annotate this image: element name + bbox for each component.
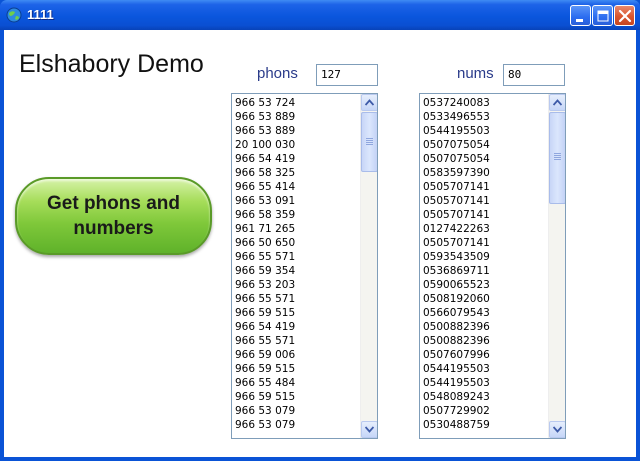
phons-list: 966 53 724 966 53 889 966 53 889 20 100 030… <box>232 94 360 438</box>
maximize-icon <box>597 10 609 22</box>
list-item[interactable]: 0536869711 <box>423 264 548 278</box>
list-item[interactable]: 0537240083 <box>423 96 548 110</box>
maximize-button[interactable] <box>592 5 613 26</box>
phons-scroll-down-button[interactable] <box>361 421 377 438</box>
client-area: Elshabory Demo Get phons and numbers pho… <box>4 30 636 457</box>
list-item[interactable]: 966 53 203 <box>235 278 360 292</box>
list-item[interactable]: 966 55 414 <box>235 180 360 194</box>
list-item[interactable]: 966 55 571 <box>235 292 360 306</box>
close-button[interactable] <box>614 5 635 26</box>
list-item[interactable]: 966 59 515 <box>235 362 360 376</box>
list-item[interactable]: 966 53 889 <box>235 124 360 138</box>
window-title: 1111 <box>27 7 54 22</box>
nums-list: 0537240083 0533496553 0544195503 0507075054… <box>420 94 548 438</box>
list-item[interactable]: 0507075054 <box>423 152 548 166</box>
list-item[interactable]: 0533496553 <box>423 110 548 124</box>
nums-listbox[interactable]: 0537240083 0533496553 0544195503 0507075054… <box>419 93 566 439</box>
list-item[interactable]: 966 50 650 <box>235 236 360 250</box>
nums-label: nums <box>457 65 494 82</box>
list-item[interactable]: 966 59 515 <box>235 390 360 404</box>
get-phons-and-numbers-label: Get phons and numbers <box>47 193 180 239</box>
list-item[interactable]: 0593543509 <box>423 250 548 264</box>
list-item[interactable]: 966 58 359 <box>235 208 360 222</box>
list-item[interactable]: 966 54 419 <box>235 152 360 166</box>
title-bar[interactable]: 1111 <box>0 0 640 30</box>
app-window: 1111 Elshabory Demo Get phons and number… <box>0 0 640 461</box>
list-item[interactable]: 0530488759 <box>423 418 548 432</box>
list-item[interactable]: 0505707141 <box>423 180 548 194</box>
list-item[interactable]: 0544195503 <box>423 124 548 138</box>
list-item[interactable]: 966 53 724 <box>235 96 360 110</box>
list-item[interactable]: 966 55 571 <box>235 250 360 264</box>
list-item[interactable]: 966 53 079 <box>235 418 360 432</box>
list-item[interactable]: 966 54 419 <box>235 320 360 334</box>
phons-scrollbar[interactable] <box>360 94 377 438</box>
get-phons-and-numbers-button[interactable]: Get phons and numbers <box>15 177 212 255</box>
arrow-down-icon <box>553 426 562 433</box>
list-item[interactable]: 966 53 091 <box>235 194 360 208</box>
list-item[interactable]: 0505707141 <box>423 194 548 208</box>
list-item[interactable]: 0548089243 <box>423 390 548 404</box>
list-item[interactable]: 966 59 354 <box>235 264 360 278</box>
arrow-down-icon <box>365 426 374 433</box>
phons-scroll-up-button[interactable] <box>361 94 377 111</box>
list-item[interactable]: 966 55 484 <box>235 376 360 390</box>
nums-count-field[interactable]: 80 <box>503 64 565 86</box>
nums-scroll-thumb[interactable] <box>549 112 565 204</box>
phons-label: phons <box>257 65 298 82</box>
list-item[interactable]: 0507075054 <box>423 138 548 152</box>
list-item[interactable]: 966 59 515 <box>235 306 360 320</box>
list-item[interactable]: 0500882396 <box>423 334 548 348</box>
nums-scroll-down-button[interactable] <box>549 421 565 438</box>
list-item[interactable]: 0505707141 <box>423 208 548 222</box>
list-item[interactable]: 0505707141 <box>423 236 548 250</box>
phons-listbox[interactable]: 966 53 724 966 53 889 966 53 889 20 100 030… <box>231 93 378 439</box>
list-item[interactable]: 0127422263 <box>423 222 548 236</box>
list-item[interactable]: 966 59 006 <box>235 348 360 362</box>
list-item[interactable]: 0590065523 <box>423 278 548 292</box>
list-item[interactable]: 966 53 889 <box>235 110 360 124</box>
phons-scroll-thumb[interactable] <box>361 112 377 172</box>
list-item[interactable]: 966 58 325 <box>235 166 360 180</box>
list-item[interactable]: 966 53 079 <box>235 404 360 418</box>
list-item[interactable]: 0507729902 <box>423 404 548 418</box>
minimize-button[interactable] <box>570 5 591 26</box>
list-item[interactable]: 0508192060 <box>423 292 548 306</box>
grip-icon <box>554 153 561 154</box>
list-item[interactable]: 961 71 265 <box>235 222 360 236</box>
list-item[interactable]: 20 100 030 <box>235 138 360 152</box>
list-item[interactable]: 0583597390 <box>423 166 548 180</box>
grip-icon <box>366 138 373 139</box>
nums-scroll-up-button[interactable] <box>549 94 565 111</box>
list-item[interactable]: 0544195503 <box>423 362 548 376</box>
list-item[interactable]: 966 55 571 <box>235 334 360 348</box>
list-item[interactable]: 0544195503 <box>423 376 548 390</box>
nums-scrollbar[interactable] <box>548 94 565 438</box>
minimize-icon <box>576 19 583 22</box>
close-icon <box>618 9 632 23</box>
phons-count-field[interactable]: 127 <box>316 64 378 86</box>
page-title: Elshabory Demo <box>19 50 204 78</box>
list-item[interactable]: 0507607996 <box>423 348 548 362</box>
globe-icon <box>6 7 22 23</box>
arrow-up-icon <box>365 99 374 106</box>
list-item[interactable]: 0500882396 <box>423 320 548 334</box>
list-item[interactable]: 0566079543 <box>423 306 548 320</box>
arrow-up-icon <box>553 99 562 106</box>
